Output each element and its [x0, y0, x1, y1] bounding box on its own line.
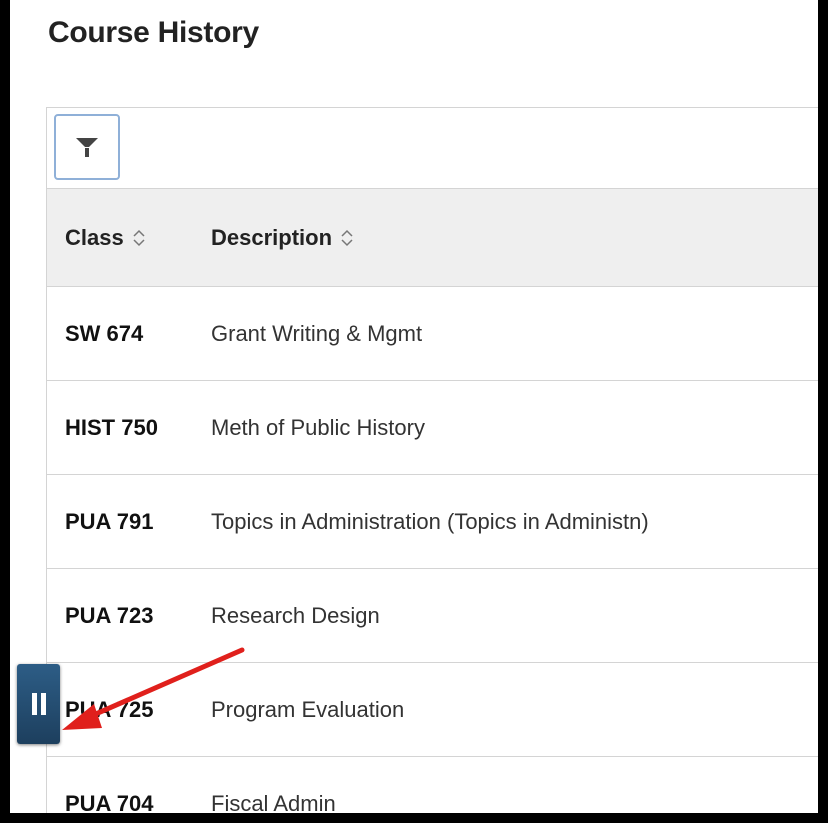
class-cell: PUA 725 — [65, 696, 154, 722]
grid-toolbar — [47, 108, 818, 189]
table-row[interactable]: PUA 791 Topics in Administration (Topics… — [47, 475, 818, 569]
description-cell: Meth of Public History — [211, 414, 425, 440]
table-row[interactable]: SW 674 Grant Writing & Mgmt : — [47, 287, 818, 381]
column-header-description-label: Description — [211, 224, 333, 250]
description-cell: Research Design — [211, 602, 380, 628]
description-cell: Fiscal Admin — [211, 790, 336, 814]
class-cell: PUA 791 — [65, 508, 154, 534]
class-cell: PUA 723 — [65, 602, 154, 628]
pause-icon — [31, 693, 37, 715]
table-row[interactable]: PUA 704 Fiscal Admin : — [47, 757, 818, 814]
table-row[interactable]: HIST 750 Meth of Public History : — [47, 381, 818, 475]
column-header-class-label: Class — [65, 224, 124, 250]
class-cell: HIST 750 — [65, 414, 158, 440]
column-header-class[interactable]: Class — [65, 189, 146, 286]
table-row[interactable]: PUA 723 Research Design : — [47, 569, 818, 663]
description-cell: Topics in Administration (Topics in Admi… — [211, 508, 649, 534]
course-history-panel: Course History Class Description SW 674 … — [10, 0, 818, 813]
pause-button[interactable] — [17, 664, 60, 744]
page-title: Course History — [48, 16, 259, 49]
filter-icon — [76, 138, 98, 157]
table-row[interactable]: PUA 725 Program Evaluation : — [47, 663, 818, 757]
sort-icon — [341, 229, 353, 246]
column-header-description[interactable]: Description — [211, 189, 354, 286]
description-cell: Grant Writing & Mgmt — [211, 320, 423, 346]
course-history-grid: Class Description SW 674 Grant Writing &… — [46, 107, 818, 813]
table-header: Class Description — [47, 189, 818, 287]
filter-button[interactable] — [54, 114, 120, 180]
class-cell: SW 674 — [65, 320, 144, 346]
description-cell: Program Evaluation — [211, 696, 405, 722]
sort-icon — [133, 229, 145, 246]
pause-icon — [40, 693, 46, 715]
class-cell: PUA 704 — [65, 790, 154, 814]
